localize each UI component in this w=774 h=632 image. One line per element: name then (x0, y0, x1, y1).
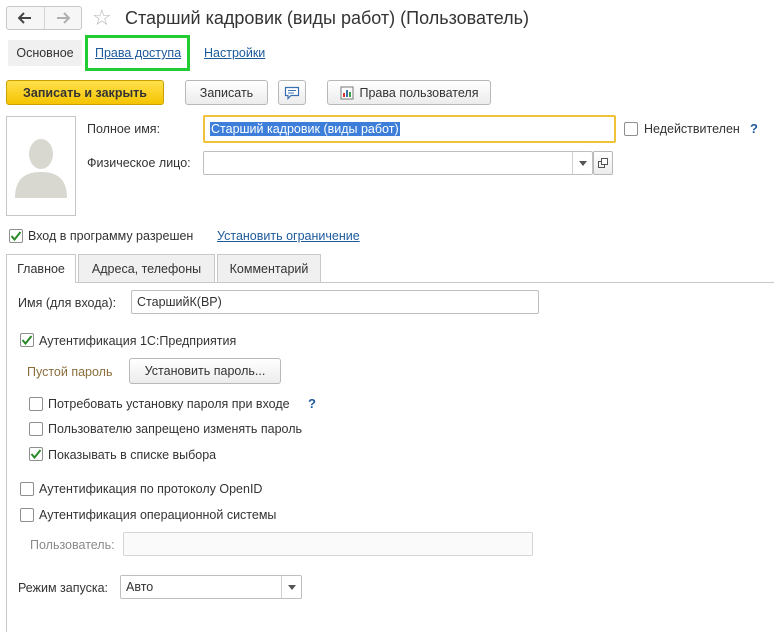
full-name-value: Старший кадровик (виды работ) (210, 122, 400, 136)
launch-mode-label: Режим запуска: (18, 581, 108, 595)
section-main[interactable]: Основное (8, 40, 82, 66)
forbid-change-password-label: Пользователю запрещено изменять пароль (48, 422, 303, 436)
require-password-checkbox[interactable] (29, 397, 43, 411)
openid-label: Аутентификация по протоколу OpenID (39, 482, 263, 496)
launch-mode-dropdown-button[interactable] (281, 576, 301, 598)
forbid-change-password-checkbox[interactable] (29, 422, 43, 436)
favorite-star-icon[interactable]: ☆ (92, 6, 112, 30)
section-settings[interactable]: Настройки (204, 46, 265, 60)
tab-comment[interactable]: Комментарий (217, 254, 321, 282)
arrow-right-icon (56, 12, 70, 24)
user-rights-button[interactable]: Права пользователя (327, 80, 491, 105)
set-restriction-link[interactable]: Установить ограничение (217, 229, 360, 243)
dropdown-arrow-icon (287, 584, 296, 590)
person-input[interactable] (203, 151, 593, 175)
invalid-label: Недействителен (644, 122, 740, 136)
comment-button[interactable] (278, 80, 306, 105)
auth-1c-label: Аутентификация 1С:Предприятия (39, 334, 237, 348)
os-user-label: Пользователь: (30, 538, 115, 552)
person-open-button[interactable] (593, 151, 613, 175)
checkmark-icon (21, 335, 33, 346)
checkmark-icon (30, 449, 42, 460)
empty-password-label: Пустой пароль (27, 365, 113, 379)
os-auth-checkbox[interactable] (20, 508, 34, 522)
back-button[interactable] (7, 7, 44, 29)
dropdown-arrow-icon (578, 160, 587, 166)
tab-main[interactable]: Главное (6, 254, 76, 283)
person-label: Физическое лицо: (87, 156, 191, 170)
save-button[interactable]: Записать (185, 80, 268, 105)
invalid-checkbox[interactable] (624, 122, 638, 136)
user-rights-label: Права пользователя (359, 85, 479, 100)
require-password-label: Потребовать установку пароля при входе (48, 397, 290, 411)
speech-bubble-icon (284, 86, 300, 100)
tab-addresses-phones[interactable]: Адреса, телефоны (78, 254, 215, 282)
login-name-label: Имя (для входа): (18, 296, 117, 310)
login-allowed-checkbox[interactable] (9, 229, 23, 243)
window-title: Старший кадровик (виды работ) (Пользоват… (125, 8, 529, 28)
login-name-value: СтаршийК(ВР) (137, 295, 222, 309)
save-and-close-button[interactable]: Записать и закрыть (6, 80, 164, 105)
openid-checkbox[interactable] (20, 482, 34, 496)
login-name-input[interactable]: СтаршийК(ВР) (131, 290, 539, 314)
show-in-list-checkbox[interactable] (29, 447, 43, 461)
avatar-silhouette-icon (15, 139, 67, 198)
checkmark-icon (10, 231, 22, 242)
report-chart-icon (340, 86, 353, 99)
forward-button[interactable] (43, 7, 82, 29)
full-name-label: Полное имя: (87, 122, 161, 136)
require-password-help-icon[interactable]: ? (308, 396, 316, 411)
login-allowed-label: Вход в программу разрешен (28, 229, 194, 243)
user-photo[interactable] (6, 116, 76, 216)
highlight-frame (85, 35, 190, 71)
launch-mode-value: Авто (126, 580, 154, 594)
invalid-help-icon[interactable]: ? (750, 121, 758, 136)
auth-1c-checkbox[interactable] (20, 333, 34, 347)
nav-buttons (6, 6, 82, 30)
os-user-input[interactable] (123, 532, 533, 556)
person-dropdown-button[interactable] (572, 152, 592, 174)
os-auth-label: Аутентификация операционной системы (39, 508, 277, 522)
arrow-left-icon (18, 12, 32, 24)
show-in-list-label: Показывать в списке выбора (48, 448, 217, 462)
open-window-icon (598, 158, 608, 168)
set-password-button[interactable]: Установить пароль... (129, 358, 281, 384)
full-name-input[interactable]: Старший кадровик (виды работ) (203, 115, 616, 143)
launch-mode-select[interactable]: Авто (120, 575, 302, 599)
